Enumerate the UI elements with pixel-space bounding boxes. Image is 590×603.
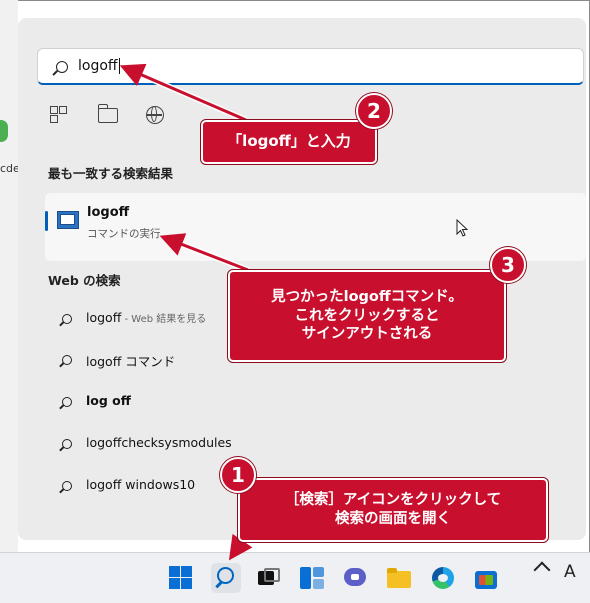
step-2-badge: 2	[356, 93, 392, 129]
callout-step-3: 見つかったlogoffコマンド。 これをクリックすると サインアウトされる	[227, 269, 507, 363]
step-1-badge: 1	[220, 457, 256, 493]
callout-step-2: 「logoff」と入力	[200, 119, 378, 165]
step-3-badge: 3	[490, 247, 526, 283]
callout-step-1: ［検索］アイコンをクリックして 検索の画面を開く	[237, 477, 549, 543]
